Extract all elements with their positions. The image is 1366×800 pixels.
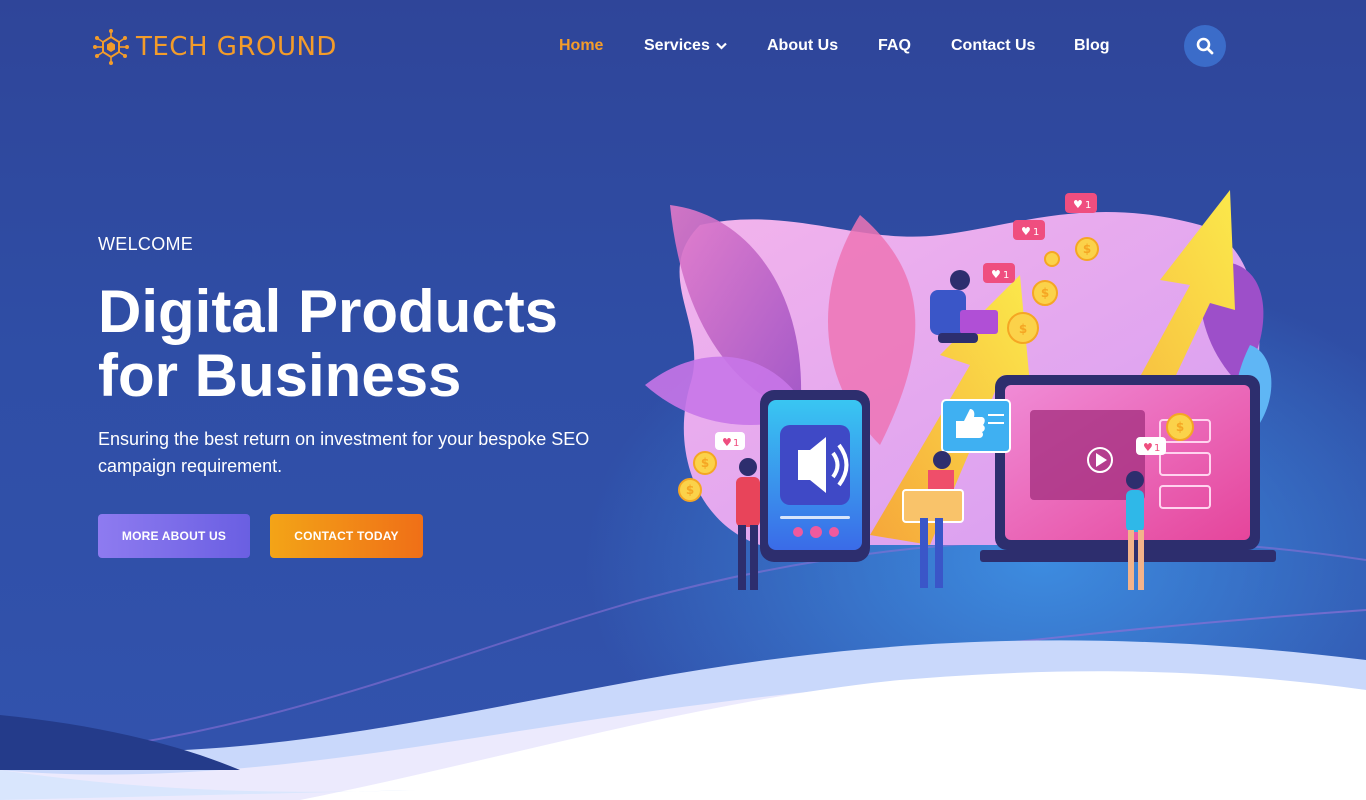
svg-text:$: $: [1083, 242, 1091, 256]
like-bubble: ♥ 1: [983, 263, 1015, 283]
contact-today-button[interactable]: CONTACT TODAY: [270, 514, 423, 558]
svg-text:1: 1: [1003, 270, 1009, 281]
like-bubble: ♥ 1: [1013, 220, 1045, 240]
nav-services-label: Services: [644, 37, 710, 55]
hero-subtext: Ensuring the best return on investment f…: [98, 426, 638, 480]
search-icon: [1196, 37, 1214, 55]
svg-text:1: 1: [733, 438, 739, 449]
hero-illustration: ♥ 1 ♥ 1 ♥ 1 ♥ 1 ♥ 1 $ $ $ $ $ $: [645, 190, 1276, 590]
nav-contact-us[interactable]: Contact Us: [951, 37, 1035, 55]
hero-subtext-line1: Ensuring the best return on investment f…: [98, 429, 590, 449]
svg-text:$: $: [1041, 286, 1049, 300]
brand-logo[interactable]: TECH GROUND: [92, 28, 337, 66]
svg-text:♥: ♥: [991, 268, 1001, 281]
like-bubble: ♥ 1: [715, 432, 745, 450]
hero-eyebrow: WELCOME: [98, 234, 194, 254]
hero-headline-line2: for Business: [98, 342, 462, 409]
svg-text:$: $: [1176, 420, 1184, 434]
nav-services[interactable]: Services: [644, 37, 727, 55]
more-about-us-button[interactable]: MORE ABOUT US: [98, 514, 250, 558]
nav-faq[interactable]: FAQ: [878, 37, 911, 55]
svg-text:1: 1: [1033, 227, 1039, 238]
svg-text:♥: ♥: [1143, 441, 1153, 454]
hero-headline-line1: Digital Products: [98, 278, 559, 345]
chevron-down-icon: [716, 37, 727, 55]
person-figure: [736, 458, 760, 590]
like-bubble: ♥ 1: [1136, 437, 1166, 455]
svg-text:$: $: [1019, 322, 1027, 336]
svg-text:♥: ♥: [722, 436, 732, 449]
brand-name: TECH GROUND: [136, 32, 337, 62]
svg-text:$: $: [701, 456, 709, 470]
svg-text:1: 1: [1085, 200, 1091, 211]
svg-text:♥: ♥: [1073, 198, 1083, 211]
circuit-logo-icon: [93, 29, 129, 65]
svg-text:1: 1: [1154, 443, 1160, 454]
search-button[interactable]: [1184, 25, 1226, 67]
nav-about-us[interactable]: About Us: [767, 37, 838, 55]
svg-text:$: $: [686, 483, 694, 497]
hero-headline: Digital Products for Business: [98, 280, 618, 408]
nav-blog[interactable]: Blog: [1074, 37, 1110, 55]
nav-home[interactable]: Home: [559, 37, 603, 55]
hero-subtext-line2: campaign requirement.: [98, 456, 283, 476]
svg-text:♥: ♥: [1021, 225, 1031, 238]
like-bubble: ♥ 1: [1065, 193, 1097, 213]
